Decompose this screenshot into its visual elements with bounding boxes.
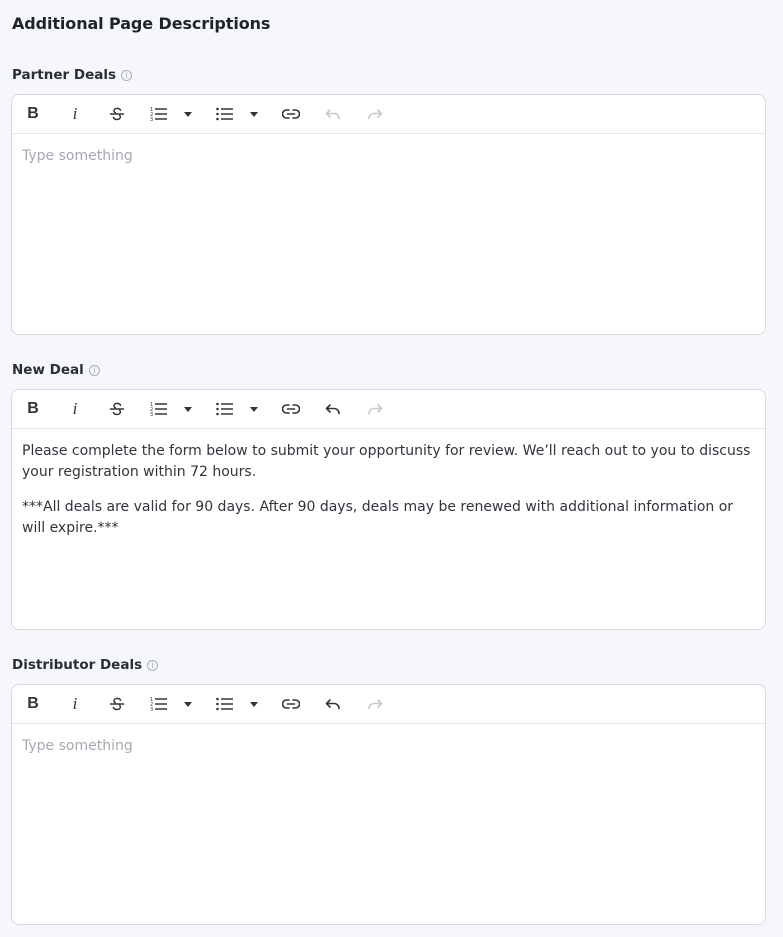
- undo-icon[interactable]: [323, 694, 343, 714]
- bold-button[interactable]: B: [23, 104, 43, 124]
- bold-button[interactable]: B: [23, 694, 43, 714]
- page-title: Additional Page Descriptions: [12, 14, 271, 33]
- redo-icon[interactable]: [365, 694, 385, 714]
- redo-icon[interactable]: [365, 104, 385, 124]
- rich-text-editor: B i 123: [11, 389, 766, 630]
- section-label-text: Partner Deals: [12, 67, 117, 83]
- svg-text:3: 3: [150, 707, 153, 712]
- editor-toolbar: B i 123: [12, 95, 765, 134]
- section-distributor-deals: Distributor Deals i B i 123 Type somethi…: [11, 656, 766, 925]
- section-label-text: Distributor Deals: [12, 657, 143, 673]
- chevron-down-icon[interactable]: [181, 104, 195, 124]
- link-icon[interactable]: [281, 694, 301, 714]
- italic-button[interactable]: i: [65, 694, 85, 714]
- info-icon[interactable]: i: [121, 69, 133, 81]
- strikethrough-icon[interactable]: [107, 399, 127, 419]
- section-label: Partner Deals i: [12, 66, 766, 84]
- link-icon[interactable]: [281, 104, 301, 124]
- editor-paragraph: Please complete the form below to submit…: [22, 443, 751, 480]
- editor-toolbar: B i 123: [12, 390, 765, 429]
- ordered-list-icon[interactable]: 123: [149, 694, 169, 714]
- undo-icon[interactable]: [323, 399, 343, 419]
- info-icon[interactable]: i: [88, 364, 100, 376]
- section-new-deal: New Deal i B i 123 Please complete the f…: [11, 361, 766, 630]
- editor-content-area[interactable]: Type something: [12, 134, 765, 334]
- bold-button[interactable]: B: [23, 399, 43, 419]
- italic-button[interactable]: i: [65, 399, 85, 419]
- ordered-list-icon[interactable]: 123: [149, 104, 169, 124]
- rich-text-editor: B i 123: [11, 94, 766, 335]
- italic-button[interactable]: i: [65, 104, 85, 124]
- link-icon[interactable]: [281, 399, 301, 419]
- editor-content-area[interactable]: Please complete the form below to submit…: [12, 429, 765, 629]
- editor-paragraph: ***All deals are valid for 90 days. Afte…: [22, 499, 734, 536]
- chevron-down-icon[interactable]: [247, 104, 261, 124]
- undo-icon[interactable]: [323, 104, 343, 124]
- editor-placeholder: Type something: [22, 738, 133, 754]
- bulleted-list-icon[interactable]: [215, 104, 235, 124]
- section-partner-deals: Partner Deals i B i 123 Type something: [11, 66, 766, 335]
- chevron-down-icon[interactable]: [247, 694, 261, 714]
- svg-text:3: 3: [150, 117, 153, 122]
- ordered-list-icon[interactable]: 123: [149, 399, 169, 419]
- bulleted-list-icon[interactable]: [215, 694, 235, 714]
- bulleted-list-icon[interactable]: [215, 399, 235, 419]
- rich-text-editor: B i 123: [11, 684, 766, 925]
- chevron-down-icon[interactable]: [181, 399, 195, 419]
- chevron-down-icon[interactable]: [181, 694, 195, 714]
- svg-text:3: 3: [150, 412, 153, 417]
- strikethrough-icon[interactable]: [107, 694, 127, 714]
- chevron-down-icon[interactable]: [247, 399, 261, 419]
- info-icon[interactable]: i: [147, 659, 159, 671]
- editor-placeholder: Type something: [22, 148, 133, 164]
- section-label-text: New Deal: [12, 362, 84, 378]
- strikethrough-icon[interactable]: [107, 104, 127, 124]
- section-label: Distributor Deals i: [12, 656, 766, 674]
- editor-toolbar: B i 123: [12, 685, 765, 724]
- redo-icon[interactable]: [365, 399, 385, 419]
- section-label: New Deal i: [12, 361, 766, 379]
- editor-content-area[interactable]: Type something: [12, 724, 765, 924]
